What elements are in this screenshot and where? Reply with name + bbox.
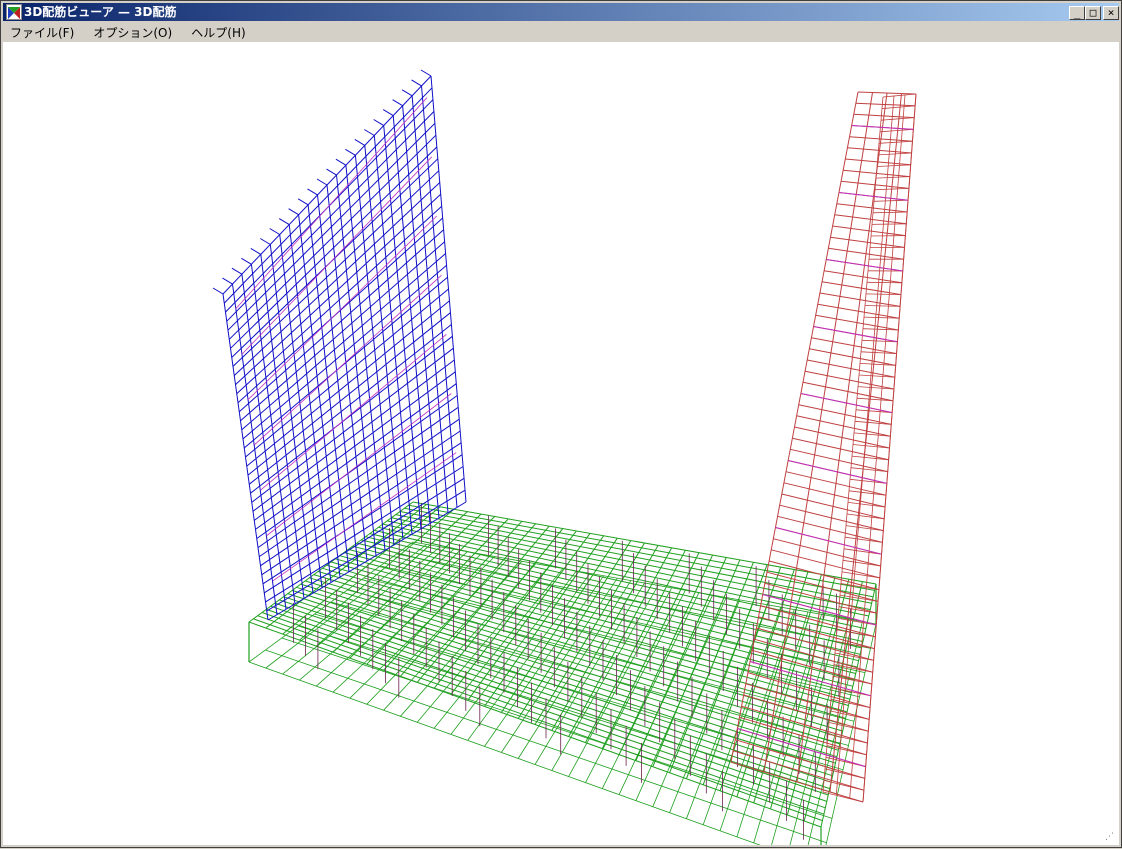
minimize-button[interactable]: _ xyxy=(1069,6,1085,20)
3d-viewport[interactable]: ⋰ xyxy=(3,42,1119,845)
right-wall-rebar xyxy=(731,92,916,802)
menu-options[interactable]: オプション(O) xyxy=(86,24,179,43)
left-wall-rebar xyxy=(213,70,466,620)
title-bar[interactable]: 3D配筋ビューア — 3D配筋 _ □ × xyxy=(3,3,1119,21)
maximize-button[interactable]: □ xyxy=(1085,6,1101,20)
close-button[interactable]: × xyxy=(1103,6,1119,20)
menu-help[interactable]: ヘルプ(H) xyxy=(184,24,252,43)
menu-file[interactable]: ファイル(F) xyxy=(3,24,81,43)
app-window: 3D配筋ビューア — 3D配筋 _ □ × ファイル(F) オプション(O) ヘ… xyxy=(0,0,1122,848)
rebar-3d-scene[interactable] xyxy=(3,42,1119,845)
window-title: 3D配筋ビューア — 3D配筋 xyxy=(24,5,177,19)
resize-grip-icon[interactable]: ⋰ xyxy=(1105,831,1117,843)
menu-bar: ファイル(F) オプション(O) ヘルプ(H) xyxy=(3,22,1119,41)
app-icon[interactable] xyxy=(6,4,22,20)
